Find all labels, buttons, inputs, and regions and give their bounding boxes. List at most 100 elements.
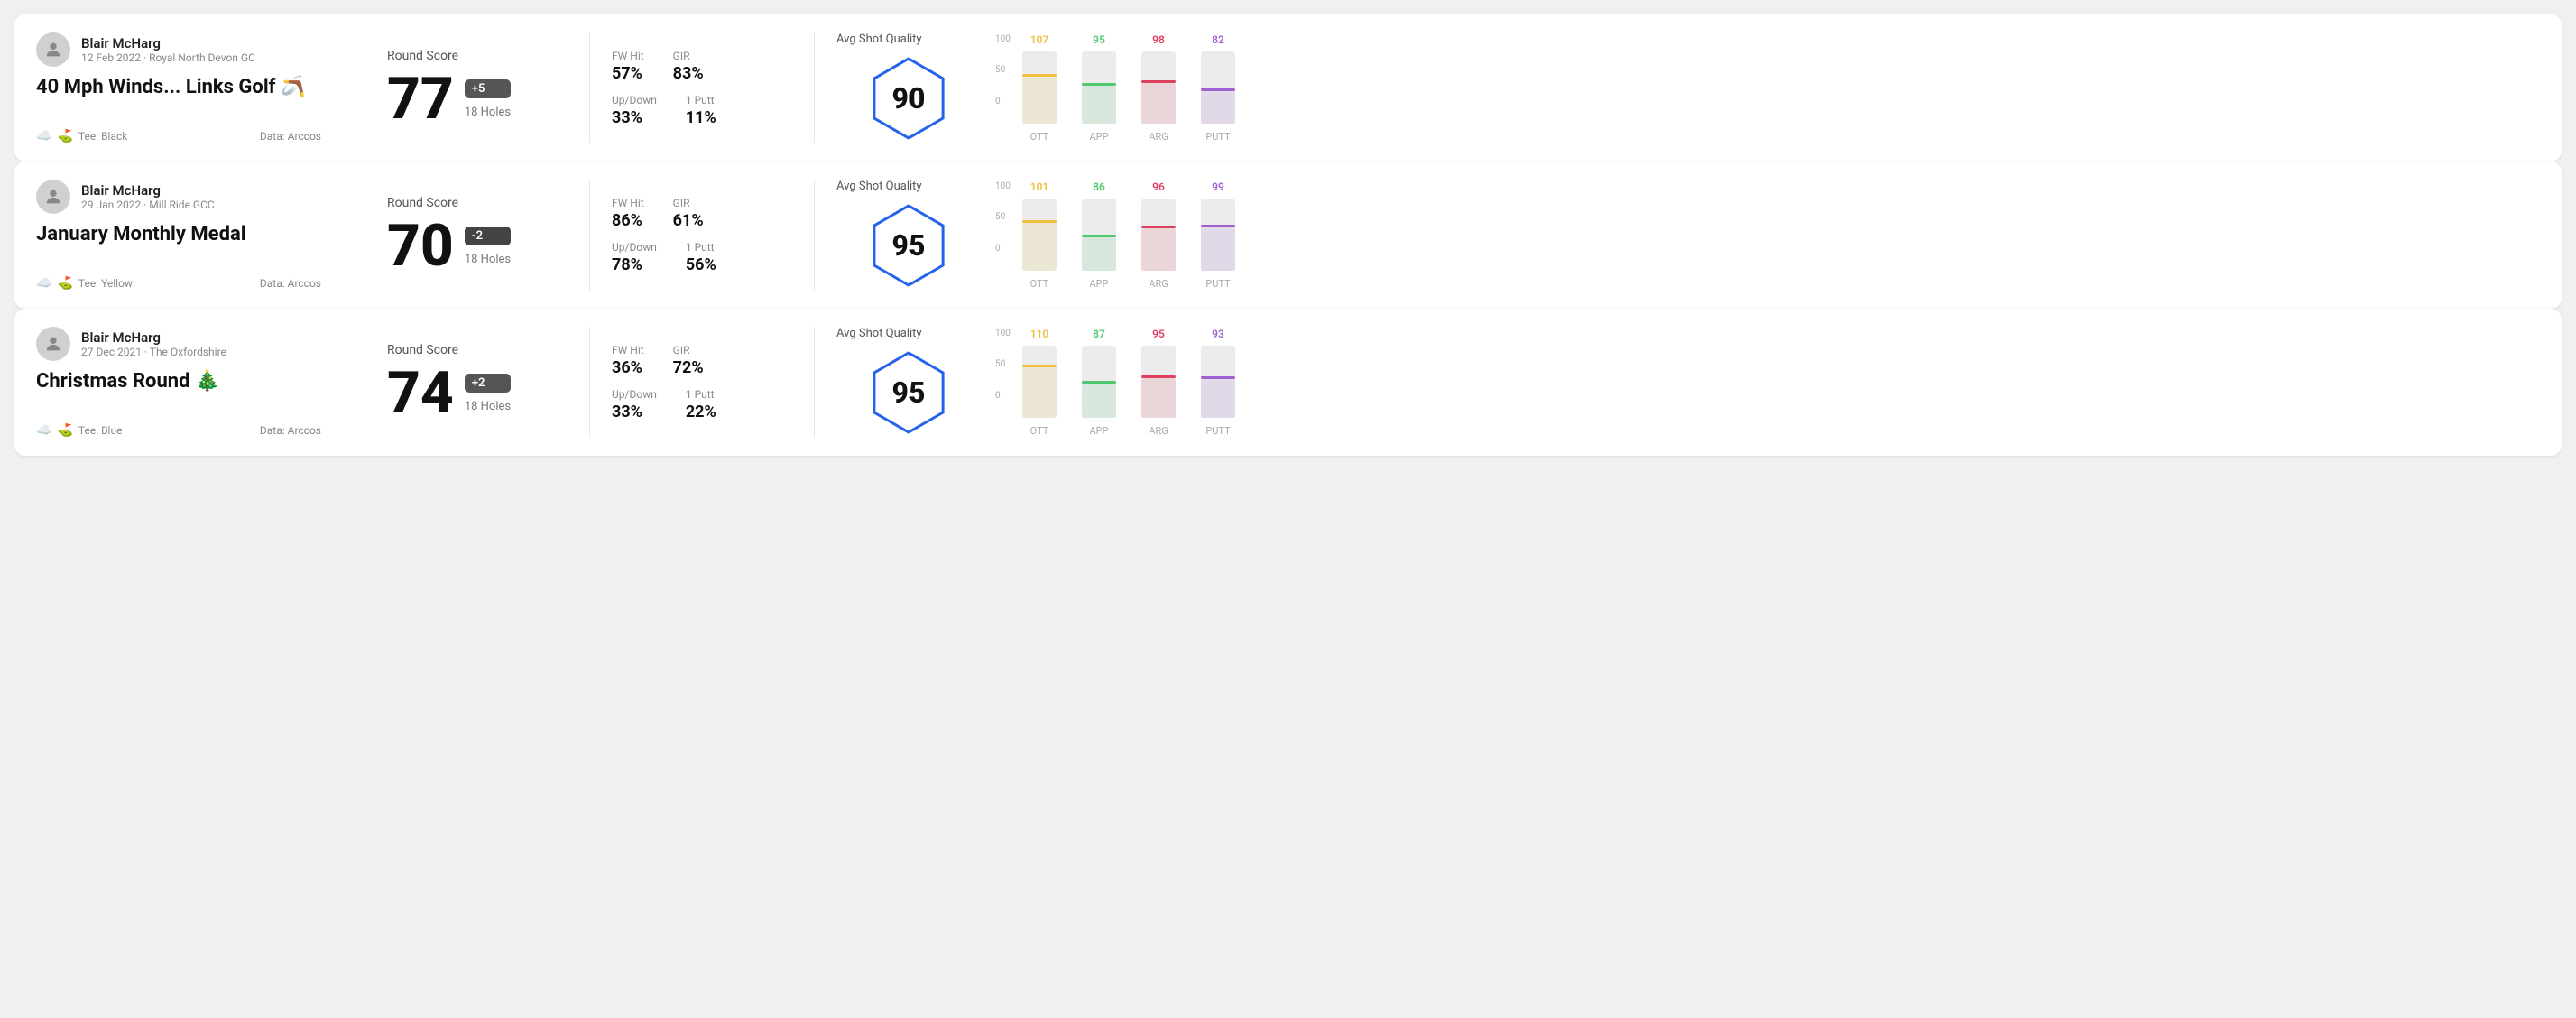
divider-right-2 [814, 180, 815, 291]
score-row-2: 70 -2 18 Holes [387, 217, 568, 275]
score-holes-3: 18 Holes [465, 400, 511, 413]
hexagon-value-1: 90 [892, 81, 926, 116]
one-putt-3: 1 Putt 22% [686, 388, 716, 421]
chart-column-ott: 110 OTT [1022, 328, 1057, 437]
stats-row-bot-1: Up/Down 33% 1 Putt 11% [612, 94, 792, 127]
chart-column-arg: 98 ARG [1141, 33, 1176, 143]
bar-bg-putt [1201, 346, 1235, 418]
hexagon-container-3: 95 [863, 347, 954, 438]
gir-2: GIR 61% [673, 197, 704, 230]
chart-wrapper: 100 50 0 107 OTT 95 [995, 34, 2540, 143]
bar-bg-putt [1201, 199, 1235, 271]
chart-xlabel-app: APP [1089, 278, 1108, 290]
weather-icon-2: ☁️ [36, 276, 51, 291]
divider-mid-2 [589, 180, 590, 291]
tee-info-1: ☁️ ⛳ Tee: Black [36, 129, 127, 143]
data-source-1: Data: Arccos [260, 130, 321, 143]
bar-value-arg: 96 [1152, 180, 1165, 193]
tee-box-icon-1: ⛳ [57, 129, 72, 143]
score-right-3: +2 18 Holes [465, 374, 511, 413]
user-details-3: Blair McHarg 27 Dec 2021 · The Oxfordshi… [81, 329, 226, 358]
chart-bars: 101 OTT 86 APP 96 [1022, 181, 2540, 290]
one-putt-1: 1 Putt 11% [686, 94, 716, 127]
score-label-3: Round Score [387, 343, 568, 357]
y-axis: 100 50 0 [995, 329, 1011, 401]
tee-box-icon-2: ⛳ [57, 276, 72, 291]
score-badge-2: -2 [465, 227, 511, 245]
score-number-1: 77 [387, 70, 454, 128]
tee-label-1: Tee: Black [78, 130, 127, 143]
bar-value-app: 87 [1093, 328, 1105, 340]
chart-column-app: 87 APP [1082, 328, 1116, 437]
bar-bg-app [1082, 199, 1116, 271]
chart-column-putt: 82 PUTT [1201, 33, 1235, 143]
chart-column-app: 95 APP [1082, 33, 1116, 143]
quality-panel-3: Avg Shot Quality 95 [836, 327, 981, 438]
weather-icon-1: ☁️ [36, 129, 51, 143]
avatar-3 [36, 327, 70, 361]
chart-bars: 110 OTT 87 APP 95 [1022, 329, 2540, 437]
bar-value-ott: 110 [1030, 328, 1049, 340]
divider-right-3 [814, 327, 815, 438]
round-card-3: Blair McHarg 27 Dec 2021 · The Oxfordshi… [14, 309, 2562, 456]
data-source-3: Data: Arccos [260, 424, 321, 437]
bar-value-ott: 101 [1030, 180, 1049, 193]
bar-line-app [1082, 83, 1116, 86]
bottom-info-1: ☁️ ⛳ Tee: Black Data: Arccos [36, 129, 321, 143]
hexagon-value-2: 95 [892, 228, 926, 263]
user-details-1: Blair McHarg 12 Feb 2022 · Royal North D… [81, 35, 255, 64]
score-badge-3: +2 [465, 374, 511, 393]
chart-column-arg: 95 ARG [1141, 328, 1176, 437]
bar-fill-putt [1201, 227, 1235, 271]
stats-row-top-2: FW Hit 86% GIR 61% [612, 197, 792, 230]
bar-fill-app [1082, 384, 1116, 418]
bar-line-putt [1201, 376, 1235, 379]
user-info-3: Blair McHarg 27 Dec 2021 · The Oxfordshi… [36, 327, 321, 361]
bar-line-ott [1022, 74, 1057, 77]
bar-fill-putt [1201, 91, 1235, 123]
score-panel-3: Round Score 74 +2 18 Holes [387, 327, 568, 438]
round-title-3: Christmas Round 🎄 [36, 370, 321, 393]
quality-panel-2: Avg Shot Quality 95 [836, 180, 981, 291]
bar-value-arg: 95 [1152, 328, 1165, 340]
user-icon [43, 40, 63, 60]
divider-mid-3 [589, 327, 590, 438]
chart-xlabel-putt: PUTT [1205, 131, 1230, 143]
chart-xlabel-arg: ARG [1149, 278, 1168, 290]
bar-line-arg [1141, 375, 1176, 378]
quality-panel-1: Avg Shot Quality 90 [836, 32, 981, 143]
bar-fill-app [1082, 86, 1116, 124]
stats-panel-1: FW Hit 57% GIR 83% Up/Down 33% 1 Putt [612, 32, 792, 143]
bar-fill-arg [1141, 378, 1176, 417]
tee-box-icon-3: ⛳ [57, 423, 72, 438]
score-right-1: +5 18 Holes [465, 79, 511, 119]
chart-bars: 107 OTT 95 APP 98 [1022, 34, 2540, 143]
chart-panel: 100 50 0 107 OTT 95 [981, 32, 2540, 143]
chart-xlabel-ott: OTT [1030, 278, 1049, 290]
score-holes-1: 18 Holes [465, 106, 511, 119]
round-title-2: January Monthly Medal [36, 223, 321, 245]
score-row-1: 77 +5 18 Holes [387, 70, 568, 128]
score-row-3: 74 +2 18 Holes [387, 365, 568, 422]
user-meta-1: 12 Feb 2022 · Royal North Devon GC [81, 51, 255, 64]
bar-line-app [1082, 381, 1116, 384]
bar-bg-arg [1141, 51, 1176, 124]
score-number-2: 70 [387, 217, 454, 275]
stats-row-bot-2: Up/Down 78% 1 Putt 56% [612, 241, 792, 274]
bar-line-app [1082, 235, 1116, 237]
weather-icon-3: ☁️ [36, 423, 51, 438]
chart-xlabel-putt: PUTT [1205, 278, 1230, 290]
bar-bg-app [1082, 346, 1116, 418]
bottom-info-3: ☁️ ⛳ Tee: Blue Data: Arccos [36, 423, 321, 438]
bar-bg-arg [1141, 346, 1176, 418]
bar-fill-arg [1141, 83, 1176, 124]
tee-info-3: ☁️ ⛳ Tee: Blue [36, 423, 122, 438]
bar-bg-ott [1022, 51, 1057, 124]
bar-bg-putt [1201, 51, 1235, 124]
chart-column-arg: 96 ARG [1141, 180, 1176, 290]
score-label-2: Round Score [387, 196, 568, 210]
bar-value-app: 95 [1093, 33, 1105, 46]
chart-column-ott: 107 OTT [1022, 33, 1057, 143]
user-meta-2: 29 Jan 2022 · Mill Ride GCC [81, 199, 215, 211]
left-panel-3: Blair McHarg 27 Dec 2021 · The Oxfordshi… [36, 327, 343, 438]
